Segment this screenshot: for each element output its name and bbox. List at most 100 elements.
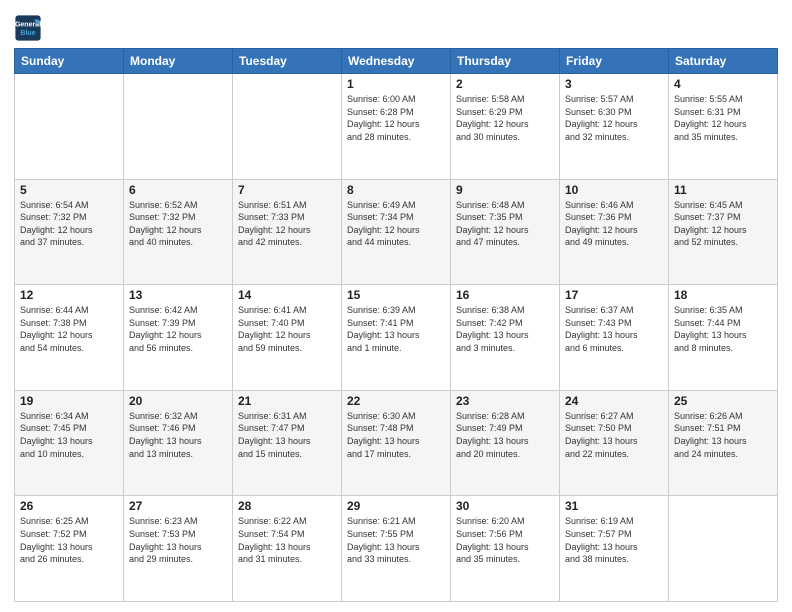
calendar-cell: 19Sunrise: 6:34 AM Sunset: 7:45 PM Dayli… (15, 390, 124, 496)
day-number: 13 (129, 288, 227, 302)
day-number: 1 (347, 77, 445, 91)
weekday-header: Wednesday (342, 49, 451, 74)
day-info: Sunrise: 6:26 AM Sunset: 7:51 PM Dayligh… (674, 410, 772, 460)
day-info: Sunrise: 6:22 AM Sunset: 7:54 PM Dayligh… (238, 515, 336, 565)
calendar-cell: 22Sunrise: 6:30 AM Sunset: 7:48 PM Dayli… (342, 390, 451, 496)
day-info: Sunrise: 6:31 AM Sunset: 7:47 PM Dayligh… (238, 410, 336, 460)
calendar-cell: 13 Sunrise: 6:42 AM Sunset: 7:39 PM Dayli… (124, 285, 233, 391)
day-info: Sunrise: 6:39 AM Sunset: 7:41 PM Dayligh… (347, 304, 445, 354)
calendar-week-row: 19Sunrise: 6:34 AM Sunset: 7:45 PM Dayli… (15, 390, 778, 496)
calendar-cell: 11Sunrise: 6:45 AM Sunset: 7:37 PM Dayli… (669, 179, 778, 285)
calendar-week-row: 12 Sunrise: 6:44 AM Sunset: 7:38 PM Dayli… (15, 285, 778, 391)
calendar-week-row: 5 Sunrise: 6:54 AM Sunset: 7:32 PM Daylig… (15, 179, 778, 285)
day-number: 24 (565, 394, 663, 408)
calendar-cell: 31Sunrise: 6:19 AM Sunset: 7:57 PM Dayli… (560, 496, 669, 602)
calendar-cell (124, 74, 233, 180)
weekday-header: Monday (124, 49, 233, 74)
day-info: Sunrise: 6:46 AM Sunset: 7:36 PM Dayligh… (565, 199, 663, 249)
calendar-cell: 2 Sunrise: 5:58 AM Sunset: 6:29 PM Daylig… (451, 74, 560, 180)
calendar-week-row: 1 Sunrise: 6:00 AM Sunset: 6:28 PM Daylig… (15, 74, 778, 180)
day-number: 2 (456, 77, 554, 91)
calendar-table: SundayMondayTuesdayWednesdayThursdayFrid… (14, 48, 778, 602)
day-number: 26 (20, 499, 118, 513)
day-number: 3 (565, 77, 663, 91)
calendar-cell: 21 Sunrise: 6:31 AM Sunset: 7:47 PM Dayli… (233, 390, 342, 496)
weekday-header: Thursday (451, 49, 560, 74)
svg-text:Blue: Blue (20, 30, 35, 37)
day-number: 18 (674, 288, 772, 302)
day-info: Sunrise: 5:55 AM Sunset: 6:31 PM Dayligh… (674, 93, 772, 143)
logo-icon: General Blue (14, 14, 42, 42)
day-number: 17 (565, 288, 663, 302)
calendar-week-row: 26Sunrise: 6:25 AM Sunset: 7:52 PM Dayli… (15, 496, 778, 602)
day-info: Sunrise: 6:20 AM Sunset: 7:56 PM Dayligh… (456, 515, 554, 565)
day-info: Sunrise: 6:38 AM Sunset: 7:42 PM Dayligh… (456, 304, 554, 354)
calendar-cell: 10 Sunrise: 6:46 AM Sunset: 7:36 PM Dayli… (560, 179, 669, 285)
day-info: Sunrise: 5:57 AM Sunset: 6:30 PM Dayligh… (565, 93, 663, 143)
day-number: 23 (456, 394, 554, 408)
calendar-cell: 27Sunrise: 6:23 AM Sunset: 7:53 PM Dayli… (124, 496, 233, 602)
calendar-cell: 6 Sunrise: 6:52 AM Sunset: 7:32 PM Daylig… (124, 179, 233, 285)
day-number: 4 (674, 77, 772, 91)
day-info: Sunrise: 6:52 AM Sunset: 7:32 PM Dayligh… (129, 199, 227, 249)
day-info: Sunrise: 6:32 AM Sunset: 7:46 PM Dayligh… (129, 410, 227, 460)
calendar-cell: 17 Sunrise: 6:37 AM Sunset: 7:43 PM Dayli… (560, 285, 669, 391)
calendar-cell (669, 496, 778, 602)
calendar-cell: 8 Sunrise: 6:49 AM Sunset: 7:34 PM Daylig… (342, 179, 451, 285)
logo: General Blue (14, 14, 42, 42)
day-number: 21 (238, 394, 336, 408)
day-number: 31 (565, 499, 663, 513)
day-info: Sunrise: 6:54 AM Sunset: 7:32 PM Dayligh… (20, 199, 118, 249)
calendar-cell: 1 Sunrise: 6:00 AM Sunset: 6:28 PM Daylig… (342, 74, 451, 180)
day-number: 28 (238, 499, 336, 513)
calendar-cell: 23 Sunrise: 6:28 AM Sunset: 7:49 PM Dayli… (451, 390, 560, 496)
calendar-cell: 30 Sunrise: 6:20 AM Sunset: 7:56 PM Dayli… (451, 496, 560, 602)
calendar-cell: 12 Sunrise: 6:44 AM Sunset: 7:38 PM Dayli… (15, 285, 124, 391)
page: General Blue SundayMondayTuesdayWednesda… (0, 0, 792, 612)
calendar-cell: 3 Sunrise: 5:57 AM Sunset: 6:30 PM Daylig… (560, 74, 669, 180)
day-info: Sunrise: 6:00 AM Sunset: 6:28 PM Dayligh… (347, 93, 445, 143)
weekday-header: Tuesday (233, 49, 342, 74)
calendar-cell: 9 Sunrise: 6:48 AM Sunset: 7:35 PM Daylig… (451, 179, 560, 285)
day-number: 10 (565, 183, 663, 197)
weekday-header: Saturday (669, 49, 778, 74)
calendar-cell: 18 Sunrise: 6:35 AM Sunset: 7:44 PM Dayli… (669, 285, 778, 391)
calendar-cell: 16Sunrise: 6:38 AM Sunset: 7:42 PM Dayli… (451, 285, 560, 391)
day-info: Sunrise: 6:34 AM Sunset: 7:45 PM Dayligh… (20, 410, 118, 460)
day-info: Sunrise: 6:28 AM Sunset: 7:49 PM Dayligh… (456, 410, 554, 460)
calendar-cell (15, 74, 124, 180)
day-info: Sunrise: 6:37 AM Sunset: 7:43 PM Dayligh… (565, 304, 663, 354)
day-number: 25 (674, 394, 772, 408)
day-info: Sunrise: 6:49 AM Sunset: 7:34 PM Dayligh… (347, 199, 445, 249)
calendar-cell: 5 Sunrise: 6:54 AM Sunset: 7:32 PM Daylig… (15, 179, 124, 285)
day-info: Sunrise: 6:51 AM Sunset: 7:33 PM Dayligh… (238, 199, 336, 249)
day-info: Sunrise: 6:48 AM Sunset: 7:35 PM Dayligh… (456, 199, 554, 249)
day-number: 15 (347, 288, 445, 302)
calendar-cell: 24Sunrise: 6:27 AM Sunset: 7:50 PM Dayli… (560, 390, 669, 496)
day-number: 29 (347, 499, 445, 513)
day-number: 27 (129, 499, 227, 513)
calendar-cell: 14Sunrise: 6:41 AM Sunset: 7:40 PM Dayli… (233, 285, 342, 391)
calendar-cell (233, 74, 342, 180)
calendar-cell: 29 Sunrise: 6:21 AM Sunset: 7:55 PM Dayli… (342, 496, 451, 602)
day-number: 30 (456, 499, 554, 513)
weekday-header: Friday (560, 49, 669, 74)
day-info: Sunrise: 6:42 AM Sunset: 7:39 PM Dayligh… (129, 304, 227, 354)
day-info: Sunrise: 5:58 AM Sunset: 6:29 PM Dayligh… (456, 93, 554, 143)
day-number: 5 (20, 183, 118, 197)
calendar-cell: 4 Sunrise: 5:55 AM Sunset: 6:31 PM Daylig… (669, 74, 778, 180)
calendar-cell: 28 Sunrise: 6:22 AM Sunset: 7:54 PM Dayli… (233, 496, 342, 602)
day-number: 22 (347, 394, 445, 408)
day-number: 11 (674, 183, 772, 197)
day-info: Sunrise: 6:44 AM Sunset: 7:38 PM Dayligh… (20, 304, 118, 354)
day-number: 14 (238, 288, 336, 302)
day-number: 12 (20, 288, 118, 302)
calendar-cell: 25 Sunrise: 6:26 AM Sunset: 7:51 PM Dayli… (669, 390, 778, 496)
calendar-cell: 20Sunrise: 6:32 AM Sunset: 7:46 PM Dayli… (124, 390, 233, 496)
day-info: Sunrise: 6:35 AM Sunset: 7:44 PM Dayligh… (674, 304, 772, 354)
day-number: 9 (456, 183, 554, 197)
day-number: 6 (129, 183, 227, 197)
calendar-cell: 15 Sunrise: 6:39 AM Sunset: 7:41 PM Dayli… (342, 285, 451, 391)
day-info: Sunrise: 6:21 AM Sunset: 7:55 PM Dayligh… (347, 515, 445, 565)
day-number: 8 (347, 183, 445, 197)
